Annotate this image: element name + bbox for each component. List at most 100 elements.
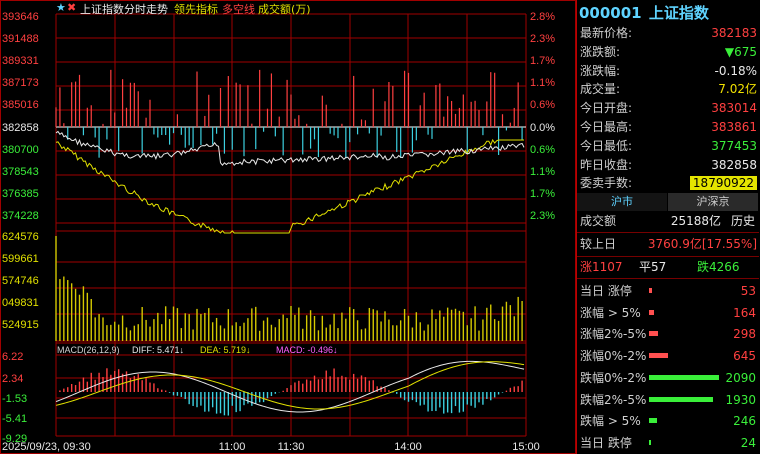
intraday-chart-panel[interactable]: 393646 2.8% 391488 2.3% 389331 1.7% 387173 1.1%… — [0, 0, 576, 454]
breadth-stat-value: 164 — [733, 305, 756, 320]
indicator-turnover[interactable]: 成交额(万) — [258, 1, 311, 17]
quote-row-value: 18790922 — [689, 174, 757, 193]
breadth-stat-bar — [649, 331, 658, 337]
percent-axis-label: 1.1% — [530, 166, 555, 178]
time-axis-tick: 11:00 — [219, 441, 246, 453]
macd-axis-label: 2.34 — [2, 373, 23, 385]
breadth-row: 涨1107 平57 跌4266 — [577, 258, 759, 277]
breadth-stat-label: 当日 跌停 — [580, 435, 632, 450]
tab-shsz[interactable]: 沪深京 — [668, 193, 758, 211]
star-icon[interactable]: ★ — [56, 1, 66, 14]
up-count: 涨1107 — [580, 260, 623, 274]
quote-row: 昨日收盘: 382858 — [577, 156, 759, 175]
breadth-stat-row: 当日 涨停 53 — [577, 280, 759, 302]
quote-row: 成交量: 7.02亿 — [577, 80, 759, 99]
percent-axis-label: 0.0% — [530, 122, 555, 134]
breadth-stat-row: 跌幅2%-5% 1930 — [577, 389, 759, 411]
quote-row-value: 382858 — [711, 157, 757, 172]
quote-row-label: 最新价格: — [580, 26, 633, 40]
time-axis-date: 2025/09/23, 09:30 — [2, 441, 91, 453]
chart-title: 上证指数分时走势 — [80, 3, 168, 16]
close-icon[interactable]: ✖ — [67, 1, 76, 14]
tab-sh[interactable]: 沪市 — [577, 193, 667, 211]
breadth-stat-bar — [649, 353, 668, 359]
compare-row: 较上日 3760.9亿[17.55%] — [577, 235, 759, 254]
breadth-stat-row: 涨幅0%-2% 645 — [577, 345, 759, 367]
breadth-stat-row: 跌幅 > 5% 246 — [577, 410, 759, 432]
percent-axis-label: 1.7% — [530, 55, 555, 67]
breadth-stat-label: 涨幅2%-5% — [580, 327, 647, 342]
quote-row-label: 今日最低: — [580, 138, 633, 153]
quote-row-value: 383861 — [711, 120, 757, 134]
breadth-stat-value: 298 — [733, 327, 756, 342]
time-axis-tick: 14:00 — [394, 441, 422, 453]
quote-row-label: 涨跌额: — [580, 44, 621, 59]
price-axis-label: 387173 — [2, 77, 39, 89]
macd-dea: DEA: 5.719↓ — [200, 345, 251, 355]
indicator-bullbear[interactable]: 多空线 — [222, 1, 255, 17]
percent-axis-label: 2.8% — [530, 11, 555, 23]
quote-row-value: ▼675 — [724, 44, 757, 59]
macd-axis-label: 6.22 — [2, 351, 23, 363]
quote-row: 今日开盘: 383014 — [577, 99, 759, 118]
market-tabs: 沪市 沪深京 — [577, 193, 759, 211]
breadth-stat-row: 涨幅 > 5% 164 — [577, 302, 759, 324]
volume-axis-label: 574746 — [2, 275, 39, 287]
percent-axis-label: 1.7% — [530, 188, 555, 200]
breadth-stat-label: 跌幅0%-2% — [580, 370, 647, 385]
volume-axis-label: 624576 — [2, 231, 39, 243]
breadth-stat-value: 2090 — [725, 370, 756, 385]
history-button[interactable]: 历史 — [731, 212, 755, 231]
quote-row-value-text: 18790922 — [689, 176, 757, 191]
breadth-stat-label: 涨幅0%-2% — [580, 349, 647, 364]
turnover-row: 成交额 25188亿 历史 — [577, 212, 759, 231]
breadth-stat-label: 当日 涨停 — [580, 284, 632, 298]
macd-label: MACD(26,12,9) — [57, 345, 120, 355]
quote-row: 委卖手数: 18790922 — [577, 174, 759, 193]
price-axis-label: 391488 — [2, 33, 39, 45]
quote-row: 最新价格: 382183 — [577, 24, 759, 43]
quote-row-label: 委卖手数: — [580, 176, 633, 191]
macd-axis-label: -1.53 — [2, 393, 27, 405]
compare-label: 较上日 — [580, 237, 617, 251]
breadth-stat-row: 当日 跌停 24 — [577, 432, 759, 454]
breadth-stat-value: 645 — [733, 349, 756, 364]
breadth-stat-value: 53 — [740, 284, 756, 298]
breadth-stat-bar — [649, 374, 719, 380]
macd-axis-label: -5.41 — [2, 413, 27, 425]
percent-axis-label: 0.6% — [530, 99, 555, 111]
security-code: 000001 — [579, 4, 642, 22]
turnover-value: 25188亿 — [670, 214, 721, 228]
percent-axis-label: 1.1% — [530, 77, 555, 89]
breadth-stat-bar — [649, 439, 651, 445]
price-axis-label: 374228 — [2, 210, 39, 222]
quote-row: 涨跌额: ▼675 — [577, 43, 759, 62]
quote-row-label: 成交量: — [580, 82, 621, 97]
price-line — [55, 130, 525, 167]
breadth-stat-bar — [649, 418, 657, 424]
divider — [577, 256, 759, 257]
price-axis-label: 376385 — [2, 188, 39, 200]
percent-axis-label: 2.3% — [530, 33, 555, 45]
quote-row-value: 383014 — [711, 101, 757, 116]
percent-axis-label: 2.3% — [530, 210, 555, 222]
intraday-chart[interactable]: 393646 2.8% 391488 2.3% 389331 1.7% 387173 1.1%… — [0, 0, 576, 454]
quote-row: 涨跌幅: -0.18% — [577, 62, 759, 81]
quote-row: 今日最高: 383861 — [577, 118, 759, 137]
quote-row-value: 377453 — [711, 138, 757, 153]
volume-axis-label: 049831 — [2, 297, 39, 309]
compare-value: 3760.9亿[17.55%] — [647, 237, 757, 251]
time-axis-tick: 11:30 — [278, 441, 305, 453]
breadth-stat-label: 跌幅2%-5% — [580, 392, 647, 407]
quote-row-value: 7.02亿 — [718, 82, 757, 97]
flat-count: 平57 — [639, 260, 667, 274]
price-axis-label: 382858 — [2, 122, 39, 134]
time-axis-tick: 15:00 — [512, 441, 540, 453]
macd-diff: DIFF: 5.471↓ — [132, 345, 184, 355]
quote-sidebar: 000001 上证指数 最新价格: 382183 涨跌额: ▼675 涨跌幅: -0.18… — [576, 0, 760, 454]
quote-row-label: 今日开盘: — [580, 101, 633, 116]
turnover-label: 成交额 — [580, 214, 617, 228]
price-axis-label: 380700 — [2, 144, 39, 156]
indicator-leading[interactable]: 领先指标 — [174, 1, 218, 17]
quote-row-label: 涨跌幅: — [580, 63, 621, 78]
